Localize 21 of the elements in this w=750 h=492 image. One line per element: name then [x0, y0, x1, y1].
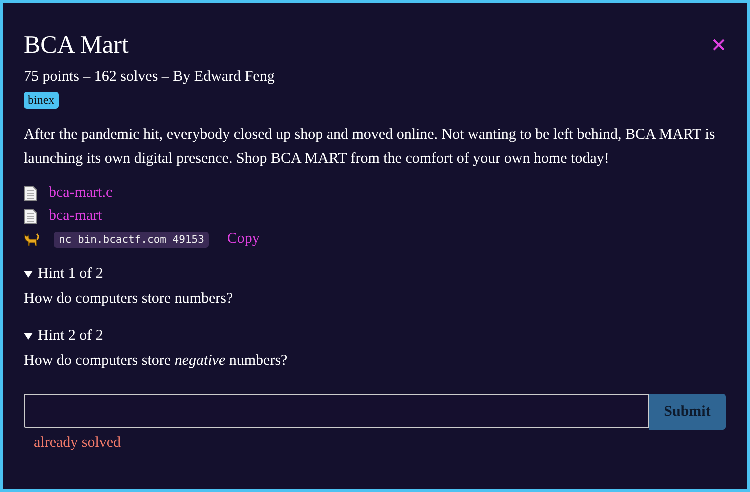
flag-input[interactable]: [24, 394, 649, 428]
triangle-icon: [24, 332, 33, 341]
document-icon: [24, 186, 37, 201]
close-icon[interactable]: [713, 39, 725, 51]
command-code: nc bin.bcactf.com 49153: [54, 232, 210, 248]
copy-link[interactable]: Copy: [227, 231, 260, 248]
hint-toggle[interactable]: Hint 1 of 2: [24, 266, 104, 283]
file-link[interactable]: bca-mart: [49, 208, 102, 225]
challenge-meta: 75 points – 162 solves – By Edward Feng: [24, 69, 276, 86]
status-message: already solved: [34, 435, 122, 452]
submit-button[interactable]: Submit: [649, 394, 726, 430]
hint-text: How do computers store negative numbers?: [24, 353, 289, 370]
cat-icon: [24, 232, 40, 246]
file-link[interactable]: bca-mart.c: [49, 185, 113, 202]
hint-text: How do computers store numbers?: [24, 291, 234, 308]
hint-toggle[interactable]: Hint 2 of 2: [24, 328, 104, 345]
challenge-title: BCA Mart: [24, 31, 129, 61]
category-tag: binex: [24, 92, 59, 109]
description: After the pandemic hit, everybody closed up shop and moved online. Not wanting to be left behind, BCA MART is launching its own digital presence. Shop BCA MART from the comfort of your own home today!: [24, 126, 716, 169]
document-icon: [24, 209, 37, 224]
triangle-icon: [24, 270, 33, 279]
